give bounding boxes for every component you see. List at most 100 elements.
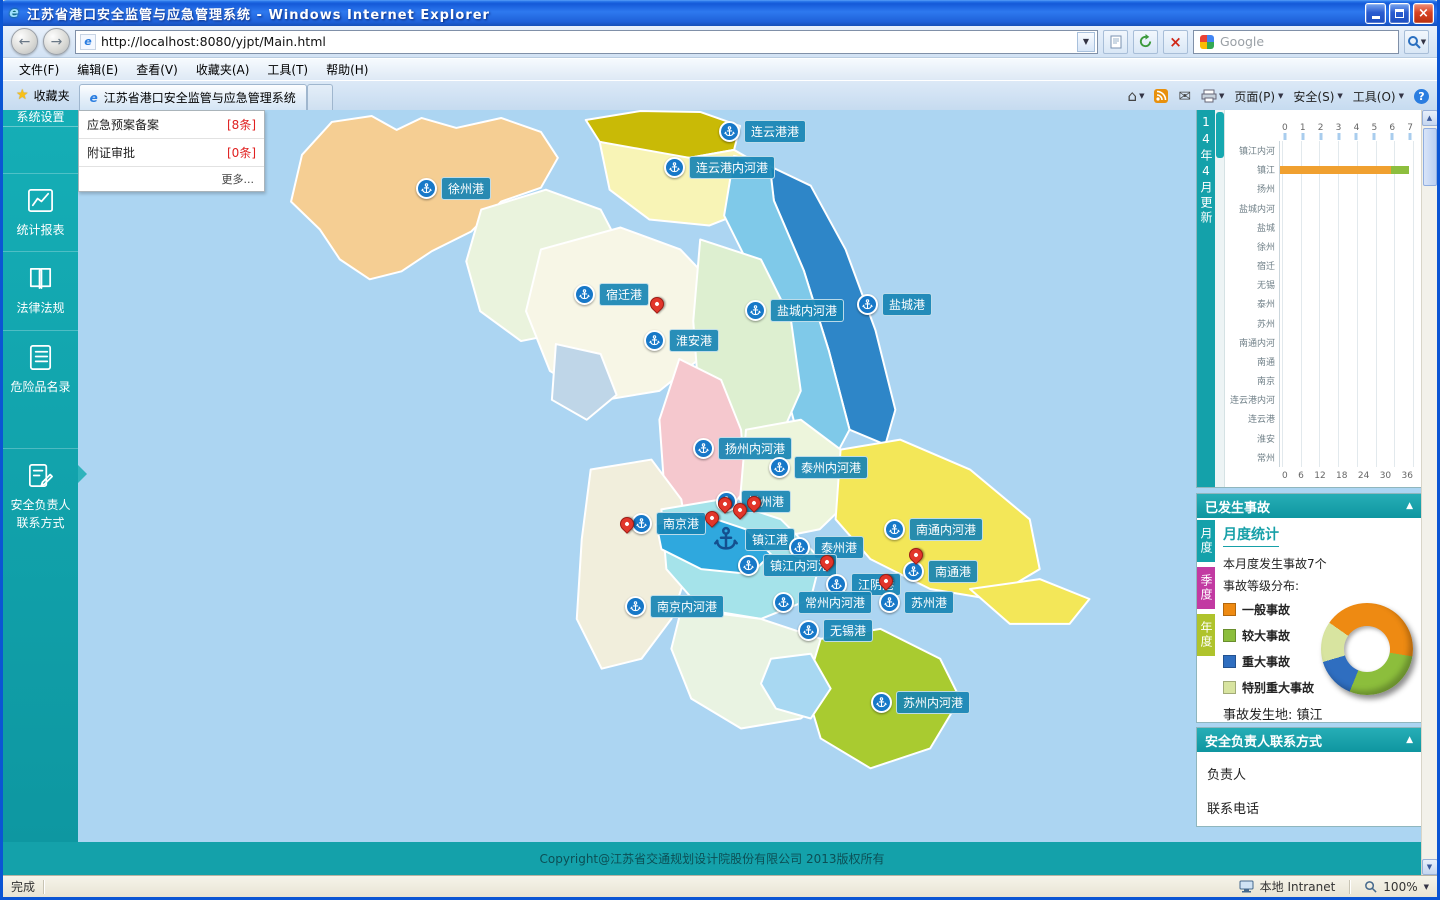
zoom-dropdown[interactable]: ▼: [1424, 883, 1429, 891]
menu-help[interactable]: 帮助(H): [318, 59, 376, 80]
maximize-button[interactable]: [1389, 3, 1410, 24]
port-marker[interactable]: 盐城内河港: [745, 299, 844, 322]
address-dropdown-button[interactable]: ▼: [1077, 32, 1095, 52]
menu-favorites[interactable]: 收藏夹(A): [188, 59, 258, 80]
chart-row: 盐城内河: [1226, 199, 1419, 218]
collapse-icon[interactable]: ▲: [1406, 501, 1413, 511]
port-marker[interactable]: 淮安港: [644, 329, 719, 352]
port-marker[interactable]: 常州内河港: [773, 591, 872, 614]
incident-panel-header[interactable]: 已发生事故 ▲: [1197, 494, 1421, 518]
legend-item: 特别重大事故: [1223, 679, 1314, 696]
port-marker[interactable]: 南通内河港: [884, 518, 983, 541]
zoom-level[interactable]: 100%: [1383, 880, 1417, 894]
menu-bar: 文件(F) 编辑(E) 查看(V) 收藏夹(A) 工具(T) 帮助(H): [3, 58, 1437, 80]
sidebar-item-system-settings[interactable]: 系统设置: [3, 110, 78, 127]
monthly-stats-title[interactable]: 月度统计: [1223, 524, 1279, 547]
search-box[interactable]: Google: [1193, 30, 1399, 54]
vertical-scrollbar[interactable]: ▲ ▼: [1421, 110, 1437, 875]
port-marker[interactable]: 南京港: [631, 512, 706, 535]
anchor-icon: [857, 294, 878, 315]
menu-edit[interactable]: 编辑(E): [69, 59, 126, 80]
port-marker[interactable]: 宿迁港: [574, 283, 649, 306]
google-icon: [1200, 35, 1214, 49]
legend-color-swatch: [1223, 629, 1236, 642]
legend-item: 较大事故: [1223, 627, 1314, 644]
address-bar[interactable]: e http://localhost:8080/yjpt/Main.html ▼: [75, 30, 1098, 54]
sidebar-item-statistics[interactable]: 统计报表: [3, 173, 78, 251]
sidebar-item-hazmat-list[interactable]: 危险品名录: [3, 330, 78, 408]
axis-tick-label: 3: [1336, 123, 1342, 133]
scroll-up-button[interactable]: ▲: [1422, 110, 1438, 126]
port-marker[interactable]: 徐州港: [416, 177, 491, 200]
notice-row-certificate-approval[interactable]: 附证审批 [0条]: [79, 139, 264, 167]
page-menu-button[interactable]: 页面(P)▼: [1234, 88, 1283, 105]
port-label: 南京内河港: [650, 595, 724, 618]
collapse-icon[interactable]: ▲: [1406, 735, 1413, 745]
search-placeholder: Google: [1220, 34, 1264, 49]
favorites-button[interactable]: ★ 收藏夹: [7, 83, 79, 107]
anchor-icon: [644, 330, 665, 351]
notice-row-emergency-plan[interactable]: 应急预案备案 [8条]: [79, 111, 264, 139]
safety-menu-button[interactable]: 安全(S)▼: [1293, 88, 1342, 105]
incident-pin-icon[interactable]: [647, 294, 667, 314]
menu-tools[interactable]: 工具(T): [259, 59, 316, 80]
back-button[interactable]: ←: [11, 28, 38, 55]
window-title: 江苏省港口安全监管与应急管理系统 - Windows Internet Expl…: [27, 4, 1362, 23]
compatibility-button[interactable]: [1103, 30, 1128, 54]
axis-tick-label: 6: [1298, 471, 1304, 481]
contact-panel-header[interactable]: 安全负责人联系方式 ▲: [1197, 728, 1421, 752]
chart-scroll-thumb[interactable]: [1216, 112, 1224, 158]
zoom-icon[interactable]: [1364, 880, 1377, 893]
mail-button[interactable]: ✉: [1178, 87, 1191, 105]
notice-more-link[interactable]: 更多...: [79, 167, 264, 191]
port-label: 常州内河港: [798, 591, 872, 614]
chart-scrollbar[interactable]: [1215, 110, 1225, 487]
port-marker[interactable]: 苏州港: [879, 591, 954, 614]
chart-row: 镇江内河: [1226, 141, 1419, 160]
bar-segment: [1280, 166, 1391, 174]
home-button[interactable]: ⌂▼: [1128, 87, 1145, 105]
severity-donut-chart: [1321, 603, 1413, 695]
close-button[interactable]: ×: [1413, 3, 1434, 24]
scroll-down-button[interactable]: ▼: [1422, 859, 1438, 875]
chart-row: 盐城: [1226, 218, 1419, 237]
refresh-button[interactable]: [1133, 30, 1158, 54]
port-marker[interactable]: 苏州内河港: [871, 691, 970, 714]
new-tab-stub[interactable]: [307, 84, 333, 110]
browser-window: e 江苏省港口安全监管与应急管理系统 - Windows Internet Ex…: [0, 0, 1440, 900]
menu-file[interactable]: 文件(F): [11, 59, 67, 80]
rss-feed-button[interactable]: [1154, 89, 1168, 103]
print-button[interactable]: ▼: [1201, 89, 1224, 103]
tab-title: 江苏省港口安全监管与应急管理系统: [104, 89, 296, 106]
incident-tab-quarterly[interactable]: 季度: [1197, 567, 1215, 609]
sidebar-item-laws[interactable]: 法律法规: [3, 251, 78, 329]
menu-view[interactable]: 查看(V): [128, 59, 186, 80]
chart-category-label: 镇江内河: [1226, 144, 1279, 157]
incident-tab-monthly[interactable]: 月度: [1197, 520, 1215, 562]
address-url[interactable]: http://localhost:8080/yjpt/Main.html: [101, 34, 1072, 49]
search-button[interactable]: ▼: [1404, 30, 1429, 54]
forward-button[interactable]: →: [43, 28, 70, 55]
incident-tab-yearly[interactable]: 年度: [1197, 614, 1215, 656]
legend-label: 较大事故: [1242, 627, 1290, 644]
minimize-button[interactable]: [1365, 3, 1386, 24]
tools-menu-button[interactable]: 工具(O)▼: [1353, 88, 1404, 105]
notice-count: [8条]: [227, 116, 256, 133]
axis-tick-label: 0: [1282, 471, 1288, 481]
port-marker[interactable]: 镇江港: [711, 524, 795, 554]
chart-row: 扬州: [1226, 179, 1419, 198]
port-marker[interactable]: 南京内河港: [625, 595, 724, 618]
stop-button[interactable]: ×: [1163, 30, 1188, 54]
port-marker[interactable]: 泰州内河港: [769, 456, 868, 479]
sidebar-item-safety-contacts[interactable]: 安全负责人联系方式: [3, 448, 78, 544]
scroll-thumb[interactable]: [1423, 128, 1437, 186]
port-marker[interactable]: 盐城港: [857, 293, 932, 316]
port-marker[interactable]: 连云港港: [719, 120, 806, 143]
anchor-icon: [711, 524, 741, 554]
browser-tab[interactable]: e 江苏省港口安全监管与应急管理系统: [79, 84, 307, 110]
port-marker[interactable]: 无锡港: [798, 619, 873, 642]
help-button[interactable]: ?: [1414, 89, 1429, 104]
incident-summary: 本月度发生事故7个: [1223, 555, 1415, 572]
rss-icon: [1154, 89, 1168, 103]
port-marker[interactable]: 连云港内河港: [664, 156, 775, 179]
